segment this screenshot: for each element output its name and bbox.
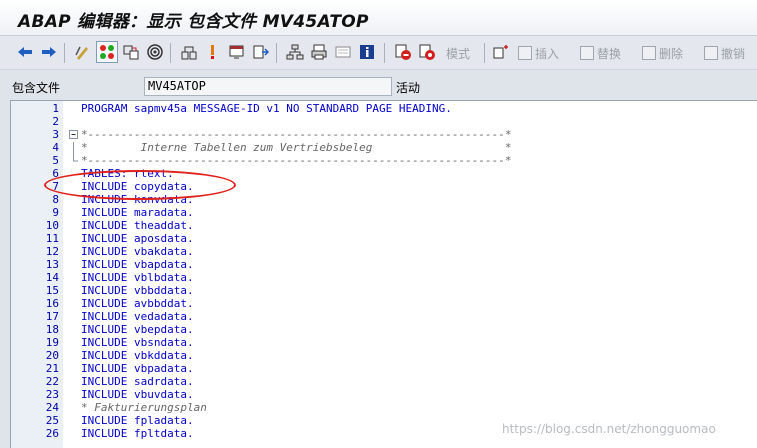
code-text: INCLUDE avbbddat. [81,297,194,310]
code-text: INCLUDE vbapdata. [81,258,194,271]
code-text: INCLUDE vblbdata. [81,271,194,284]
code-text: INCLUDE vbuvdata. [81,388,194,401]
line-number: 5 [52,154,59,167]
line-number: 11 [45,232,59,245]
delete-icon [642,46,656,60]
back-arrow-icon[interactable] [14,41,36,63]
fold-line-marker [68,142,79,155]
line-number: 4 [52,141,59,154]
status-text: 活动 [396,81,421,95]
code-text: PROGRAM sapmv45a MESSAGE-ID v1 NO STANDA… [81,102,452,115]
toolbar-separator [64,43,65,63]
pattern-button[interactable]: 模式 [446,45,470,62]
active-inactive-icon[interactable] [96,41,118,63]
line-number: 15 [45,284,59,297]
window-title: ABAP 编辑器：显示 包含文件 MV45ATOP [18,12,369,32]
replace-icon [580,46,594,60]
line-number: 13 [45,258,59,271]
line-number: 18 [45,323,59,336]
insert-label: 插入 [535,46,560,61]
code-text: INCLUDE vbsndata. [81,336,194,349]
external-breakpoint-icon[interactable] [416,41,438,63]
highlight-annotation-circle [44,170,236,200]
code-text: INCLUDE vbakdata. [81,245,194,258]
line-number: 17 [45,310,59,323]
toolbar-separator [276,43,277,63]
code-text: INCLUDE theaddat. [81,219,194,232]
navigation-window-icon[interactable] [226,41,248,63]
line-number: 20 [45,349,59,362]
line-number: 21 [45,362,59,375]
forward-arrow-icon[interactable] [38,41,60,63]
line-number: 8 [52,193,59,206]
insert-button[interactable]: 插入 [518,42,559,64]
line-number: 2 [52,115,59,128]
code-text: INCLUDE vbepdata. [81,323,194,336]
line-number: 22 [45,375,59,388]
line-number: 24 [45,401,59,414]
undo-label: 撤销 [721,46,746,61]
line-number: 26 [45,427,59,440]
line-number: 12 [45,245,59,258]
toolbar-separator [384,43,385,63]
line-number: 1 [52,102,59,115]
where-used-icon[interactable] [144,41,166,63]
delete-button[interactable]: 删除 [642,42,683,64]
code-text: INCLUDE fpltdata. [81,427,194,440]
code-comment: * Fakturierungsplan [81,401,207,414]
code-text: INCLUDE fpladata. [81,414,194,427]
toolbar-separator [484,43,485,63]
watermark-text: https://blog.csdn.net/zhongguomao [502,422,716,436]
collapse-block-icon[interactable] [68,129,79,140]
code-comment: *---------------------------------------… [81,154,512,167]
undo-icon [704,46,718,60]
object-list-icon[interactable] [178,41,200,63]
line-number: 10 [45,219,59,232]
code-text: INCLUDE aposdata. [81,232,194,245]
code-text: INCLUDE vbpadata. [81,362,194,375]
info-icon[interactable] [356,41,378,63]
line-number: 19 [45,336,59,349]
line-number: 14 [45,271,59,284]
breakpoint-icon[interactable] [392,41,414,63]
line-number: 3 [52,128,59,141]
line-number: 9 [52,206,59,219]
code-editor[interactable]: 1 PROGRAM sapmv45a MESSAGE-ID v1 NO STAND… [10,100,757,448]
enhance-icon[interactable] [202,41,224,63]
include-file-label: 包含文件 [12,81,61,95]
replace-button[interactable]: 替换 [580,42,621,64]
insert-block-icon[interactable] [490,41,512,63]
display-change-icon[interactable] [72,41,94,63]
code-text: INCLUDE vedadata. [81,310,194,323]
other-object-icon[interactable] [120,41,142,63]
code-text: INCLUDE vbbddata. [81,284,194,297]
undo-button[interactable]: 撤销 [704,42,745,64]
line-number: 23 [45,388,59,401]
line-number: 16 [45,297,59,310]
check-icon[interactable] [250,41,272,63]
replace-label: 替换 [597,46,622,61]
fold-end-marker [68,155,79,166]
pretty-printer-icon[interactable] [308,41,330,63]
insert-icon [518,46,532,60]
code-comment: * Interne Tabellen zum Vertriebsbeleg * [81,141,512,154]
delete-label: 删除 [659,46,684,61]
application-toolbar: 模式 插入 替换 删除 撤销 [0,36,757,70]
title-bar: ABAP 编辑器：显示 包含文件 MV45ATOP [0,0,757,36]
code-text: INCLUDE vbkddata. [81,349,194,362]
code-text: INCLUDE maradata. [81,206,194,219]
hierarchy-icon[interactable] [284,41,306,63]
code-text: INCLUDE sadrdata. [81,375,194,388]
display-object-list-icon[interactable] [332,41,354,63]
include-name-field[interactable]: MV45ATOP [144,77,392,96]
code-comment: *---------------------------------------… [81,128,512,141]
toolbar-separator [170,43,171,63]
line-number: 25 [45,414,59,427]
